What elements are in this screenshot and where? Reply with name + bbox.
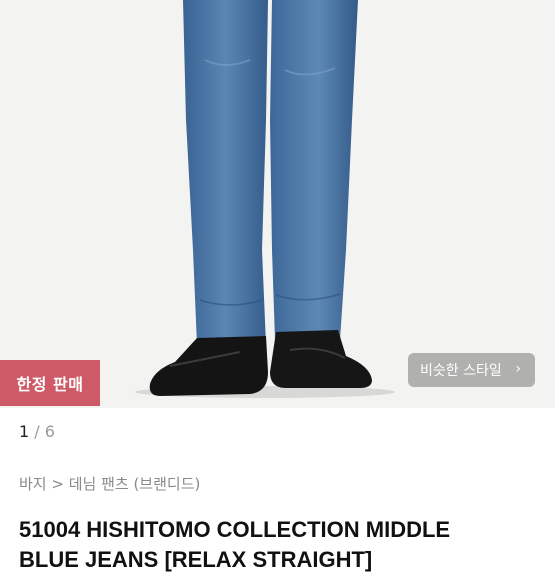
image-pager: 1 / 6 bbox=[19, 422, 55, 441]
product-title-line1: 51004 HISHITOMO COLLECTION MIDDLE bbox=[19, 517, 451, 542]
product-photo[interactable]: 한정 판매 비슷한 스타일 › bbox=[0, 0, 555, 408]
product-title: 51004 HISHITOMO COLLECTION MIDDLE BLUE J… bbox=[19, 515, 549, 575]
pager-current: 1 bbox=[19, 422, 30, 441]
chevron-right-icon: › bbox=[515, 361, 521, 377]
similar-style-label: 비슷한 스타일 bbox=[420, 363, 502, 379]
jeans-illustration bbox=[0, 0, 555, 408]
product-title-line2: BLUE JEANS [RELAX STRAIGHT] bbox=[19, 547, 373, 572]
limited-sale-badge: 한정 판매 bbox=[0, 360, 100, 406]
pager-separator: / bbox=[34, 422, 40, 441]
breadcrumb[interactable]: 바지 > 데님 팬츠 (브랜디드) bbox=[19, 473, 200, 494]
pager-total: 6 bbox=[44, 422, 55, 441]
similar-style-button[interactable]: 비슷한 스타일 › bbox=[408, 353, 535, 387]
